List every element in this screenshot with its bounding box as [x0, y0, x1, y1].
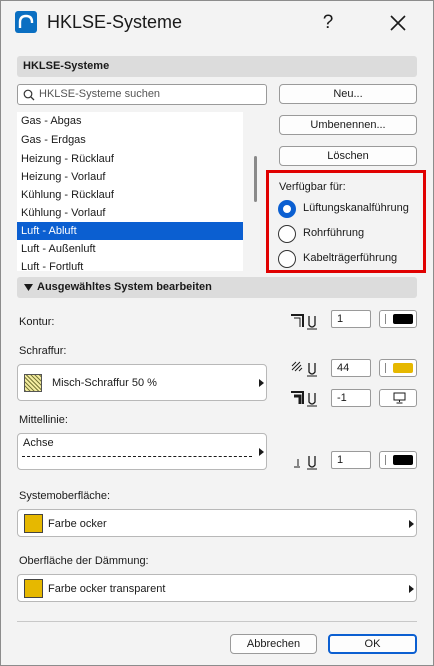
- list-scrollbar[interactable]: [254, 156, 257, 202]
- popup-arrow-icon: [259, 379, 264, 387]
- centerline-pen-icon: [294, 456, 317, 470]
- system-surface-label: Systemoberfläche:: [19, 490, 111, 502]
- centerline-popup[interactable]: Achse: [17, 433, 267, 470]
- centerline-preview: [22, 456, 252, 457]
- system-surface-value: Farbe ocker: [48, 518, 107, 530]
- ochre-surface-swatch: [24, 579, 43, 598]
- hatch-fg-pen-field[interactable]: 44: [331, 359, 371, 377]
- popup-arrow-icon: [259, 448, 264, 456]
- popup-arrow-icon: [409, 520, 414, 528]
- hatch-popup[interactable]: Misch-Schraffur 50 %: [17, 364, 267, 401]
- radio-cable-tray-routing[interactable]: [278, 250, 296, 268]
- black-swatch: [393, 314, 413, 324]
- monitor-icon: [393, 392, 406, 404]
- close-icon[interactable]: [381, 9, 415, 37]
- new-button[interactable]: Neu...: [279, 84, 417, 104]
- cancel-button[interactable]: Abbrechen: [230, 634, 317, 654]
- centerline-label: Mittellinie:: [19, 414, 68, 426]
- collapse-triangle-icon[interactable]: [24, 284, 33, 291]
- radio-duct-routing[interactable]: [278, 200, 296, 218]
- radio-label-pipe[interactable]: Rohrführung: [303, 227, 364, 239]
- contour-pen-icon: [291, 314, 317, 330]
- available-for-group: Verfügbar für: Lüftungskanalführung Rohr…: [266, 170, 426, 273]
- centerline-value: Achse: [23, 437, 54, 449]
- popup-arrow-icon: [409, 585, 414, 593]
- hatch-fg-pen-icon: [291, 361, 317, 377]
- window-title: HKLSE-Systeme: [47, 12, 183, 32]
- ok-button[interactable]: OK: [328, 634, 417, 654]
- edit-section-header[interactable]: Ausgewähltes System bearbeiten: [17, 277, 417, 298]
- contour-pen-field[interactable]: 1: [331, 310, 371, 328]
- insulation-surface-label: Oberfläche der Dämmung:: [19, 555, 149, 567]
- hatch-color-button[interactable]: [379, 359, 417, 377]
- hatch-bg-pen-field[interactable]: -1: [331, 389, 371, 407]
- radio-label-cable-tray[interactable]: Kabelträgerführung: [303, 252, 397, 264]
- list-item[interactable]: Heizung - Rücklauf: [17, 150, 243, 168]
- title-bar: HKLSE-Systeme ?: [1, 1, 433, 45]
- list-item-selected[interactable]: Luft - Abluft: [17, 222, 243, 240]
- black-swatch: [393, 455, 413, 465]
- edit-section-label: Ausgewähltes System bearbeiten: [37, 281, 212, 293]
- hatch-bg-pen-icon: [291, 391, 317, 407]
- list-item[interactable]: Gas - Erdgas: [17, 131, 243, 149]
- dialog-window: HKLSE-Systeme ? HKLSE-Systeme HKLSE-Syst…: [0, 0, 434, 666]
- monitor-button[interactable]: [379, 389, 417, 407]
- search-input[interactable]: HKLSE-Systeme suchen: [17, 84, 267, 105]
- hatch-value: Misch-Schraffur 50 %: [52, 377, 157, 389]
- radio-pipe-routing[interactable]: [278, 225, 296, 243]
- centerline-pen-field[interactable]: 1: [331, 451, 371, 469]
- delete-button[interactable]: Löschen: [279, 146, 417, 166]
- hatch-pattern-icon: [24, 374, 42, 392]
- insulation-surface-popup[interactable]: Farbe ocker transparent: [17, 574, 417, 602]
- help-button[interactable]: ?: [313, 9, 343, 37]
- radio-label-duct[interactable]: Lüftungskanalführung: [303, 202, 409, 214]
- ochre-surface-swatch: [24, 514, 43, 533]
- list-item[interactable]: Luft - Außenluft: [17, 240, 243, 258]
- rename-button[interactable]: Umbenennen...: [279, 115, 417, 135]
- hatch-label: Schraffur:: [19, 345, 67, 357]
- search-placeholder: HKLSE-Systeme suchen: [39, 88, 161, 100]
- app-icon: [15, 11, 37, 33]
- system-surface-popup[interactable]: Farbe ocker: [17, 509, 417, 537]
- list-item[interactable]: Kühlung - Vorlauf: [17, 204, 243, 222]
- centerline-color-button[interactable]: [379, 451, 417, 469]
- system-list[interactable]: Gas - Abgas Gas - Erdgas Heizung - Rückl…: [17, 112, 243, 273]
- list-item[interactable]: Kühlung - Rücklauf: [17, 186, 243, 204]
- ochre-swatch: [393, 363, 413, 373]
- systems-section-header: HKLSE-Systeme: [17, 56, 417, 77]
- contour-label: Kontur:: [19, 316, 55, 328]
- contour-color-button[interactable]: [379, 310, 417, 328]
- list-item[interactable]: Luft - Fortluft: [17, 258, 243, 273]
- list-item[interactable]: Heizung - Vorlauf: [17, 168, 243, 186]
- list-item[interactable]: Gas - Abgas: [17, 112, 243, 130]
- search-icon: [23, 89, 35, 101]
- available-for-label: Verfügbar für:: [279, 181, 346, 193]
- footer-separator: [17, 621, 417, 622]
- insulation-surface-value: Farbe ocker transparent: [48, 583, 166, 595]
